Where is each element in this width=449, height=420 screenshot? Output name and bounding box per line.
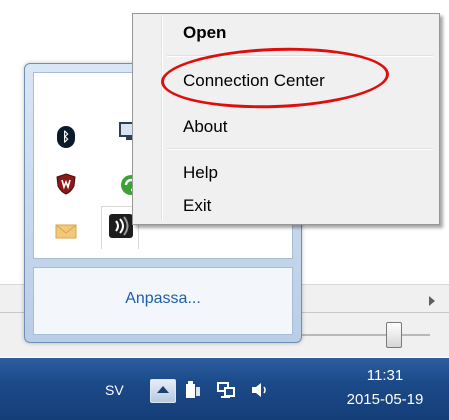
scroll-right-arrow-icon[interactable] xyxy=(429,296,435,306)
menu-item-open[interactable]: Open xyxy=(183,23,226,43)
clock-time: 11:31 xyxy=(366,367,404,384)
customize-link[interactable]: Anpassa... xyxy=(34,290,292,308)
menu-icon-gutter xyxy=(161,16,163,220)
flyout-footer: Anpassa... xyxy=(33,267,293,335)
taskbar: SV 11:31 2015-05-19 xyxy=(0,358,449,420)
background-slider-track xyxy=(290,334,430,336)
background-slider-thumb[interactable] xyxy=(386,322,402,348)
menu-separator xyxy=(167,148,433,150)
taskbar-clock[interactable]: 11:31 2015-05-19 xyxy=(330,364,440,412)
menu-item-help[interactable]: Help xyxy=(183,163,218,183)
clock-date: 2015-05-19 xyxy=(346,391,424,408)
context-menu: Open Connection Center About Help Exit xyxy=(132,13,440,225)
volume-icon[interactable] xyxy=(249,380,269,400)
power-icon[interactable] xyxy=(183,380,203,400)
show-hidden-icons-button[interactable] xyxy=(150,379,176,403)
network-icon[interactable] xyxy=(216,380,236,400)
wireless-receiver-icon[interactable] xyxy=(109,214,133,238)
menu-item-about[interactable]: About xyxy=(183,117,227,137)
security-shield-icon[interactable] xyxy=(55,173,77,195)
language-indicator[interactable]: SV xyxy=(105,382,124,398)
mail-icon[interactable] xyxy=(55,220,77,242)
menu-item-exit[interactable]: Exit xyxy=(183,196,211,216)
bluetooth-icon[interactable]: ᛒ xyxy=(55,126,77,148)
